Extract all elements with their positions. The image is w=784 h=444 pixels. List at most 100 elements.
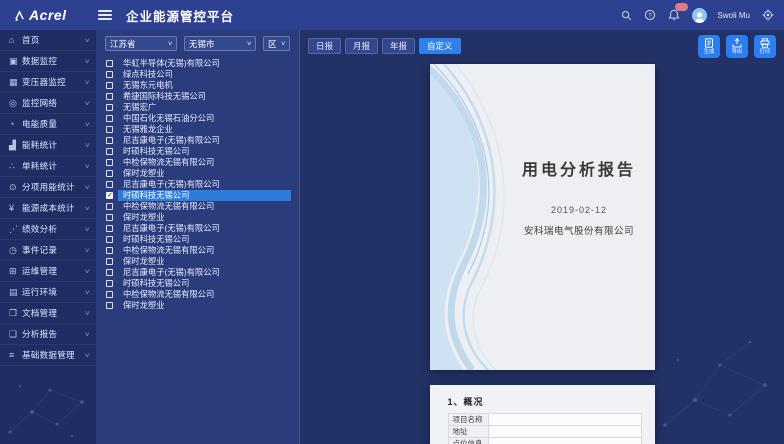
sidebar-item-event-log[interactable]: ◷事件记录∨ xyxy=(0,240,96,261)
print-icon xyxy=(760,38,770,48)
checkbox[interactable] xyxy=(106,93,113,100)
tree-item[interactable]: 中国石化无锡石油分公司 xyxy=(96,113,299,124)
monthly-report-button[interactable]: 月报 xyxy=(345,38,378,54)
tree-item[interactable]: 尼吉康电子(无锡)有限公司 xyxy=(96,135,299,146)
sidebar-item-energy-cost[interactable]: ¥能源成本统计∨ xyxy=(0,198,96,219)
tree-item[interactable]: 无锡宏广 xyxy=(96,102,299,113)
overview-table: 项目名称 地址 点位信息 xyxy=(448,413,642,444)
sidebar-item-documents[interactable]: ❐文档管理∨ xyxy=(0,303,96,324)
power-quality-icon: ◔ xyxy=(9,119,22,129)
province-select[interactable]: 江苏省∨ xyxy=(105,36,177,51)
chevron-down-icon: ∨ xyxy=(84,247,90,254)
tree-item[interactable]: 时硕科技无锡公司 xyxy=(96,146,299,157)
export-button[interactable]: 导出 xyxy=(726,35,748,58)
unit-consumption-icon: ∴ xyxy=(9,161,22,172)
tree-item[interactable]: 中检保物流无锡有限公司 xyxy=(96,289,299,300)
checkbox[interactable] xyxy=(106,104,113,111)
tree-item[interactable]: 无锡东元电机 xyxy=(96,80,299,91)
checkbox[interactable] xyxy=(106,269,113,276)
checkbox-checked[interactable] xyxy=(106,192,113,199)
checkbox[interactable] xyxy=(106,71,113,78)
tree-item[interactable]: 保时龙塑业 xyxy=(96,300,299,311)
tree-item[interactable]: 无锡雅龙企业 xyxy=(96,124,299,135)
sidebar-item-unit-consumption[interactable]: ∴单耗统计∨ xyxy=(0,156,96,177)
search-icon[interactable] xyxy=(620,9,633,22)
tree-item[interactable]: 中检保物流无锡有限公司 xyxy=(96,245,299,256)
tree-item[interactable]: 中检保物流无锡有限公司 xyxy=(96,201,299,212)
constellation-decoration xyxy=(2,372,94,442)
sidebar-item-monitor-network[interactable]: ◎监控网络∨ xyxy=(0,93,96,114)
sidebar-item-base-data[interactable]: ≡基础数据管理∨ xyxy=(0,345,96,366)
tree-item[interactable]: 尼吉康电子(无锡)有限公司 xyxy=(96,179,299,190)
checkbox[interactable] xyxy=(106,203,113,210)
checkbox[interactable] xyxy=(106,247,113,254)
generate-button[interactable]: 生成 xyxy=(698,35,720,58)
chevron-down-icon: ∨ xyxy=(84,37,90,44)
analysis-report-icon: ❏ xyxy=(9,329,22,340)
notifications-bell-icon[interactable] xyxy=(668,9,681,22)
logo-text: Acrel xyxy=(29,7,67,23)
chevron-down-icon: ∨ xyxy=(167,40,173,47)
report-toolbar: 日报 月报 年报 自定义 生成 导出 打印 xyxy=(300,30,784,60)
checkbox[interactable] xyxy=(106,137,113,144)
tree-item[interactable]: 华虹半导体(无锡)有限公司 xyxy=(96,58,299,69)
city-select[interactable]: 无锡市∨ xyxy=(184,36,256,51)
tree-item[interactable]: 保时龙塑业 xyxy=(96,168,299,179)
checkbox[interactable] xyxy=(106,214,113,221)
tree-item[interactable]: 保时龙塑业 xyxy=(96,212,299,223)
company-tree-list: 华虹半导体(无锡)有限公司 绿点科技公司 无锡东元电机 希捷国际科技无锡公司 无… xyxy=(96,56,299,311)
print-button[interactable]: 打印 xyxy=(754,35,776,58)
tree-item-selected[interactable]: 时硕科技无锡公司 xyxy=(96,190,299,201)
acrel-logo[interactable]: Acrel xyxy=(0,7,96,23)
checkbox[interactable] xyxy=(106,170,113,177)
help-icon[interactable]: ? xyxy=(644,9,657,22)
menu-toggle-icon[interactable] xyxy=(98,10,112,20)
sidebar-item-subitem-energy[interactable]: ⊙分项用能统计∨ xyxy=(0,177,96,198)
tree-item[interactable]: 尼吉康电子(无锡)有限公司 xyxy=(96,223,299,234)
checkbox[interactable] xyxy=(106,82,113,89)
chevron-down-icon: ∨ xyxy=(84,142,90,149)
checkbox[interactable] xyxy=(106,115,113,122)
tree-item[interactable]: 时硕科技无锡公司 xyxy=(96,234,299,245)
user-name[interactable]: Swoli Mu xyxy=(718,11,750,20)
checkbox[interactable] xyxy=(106,280,113,287)
checkbox[interactable] xyxy=(106,148,113,155)
sidebar-item-home[interactable]: ⌂首页∨ xyxy=(0,30,96,51)
yearly-report-button[interactable]: 年报 xyxy=(382,38,415,54)
settings-gear-icon[interactable] xyxy=(761,9,774,22)
checkbox[interactable] xyxy=(106,159,113,166)
tree-item[interactable]: 时硕科技无锡公司 xyxy=(96,278,299,289)
sidebar-item-power-quality[interactable]: ◔电能质量∨ xyxy=(0,114,96,135)
sidebar-item-analysis-report[interactable]: ❏分析报告∨ xyxy=(0,324,96,345)
data-monitor-icon: ▣ xyxy=(9,56,22,67)
sidebar-item-environment[interactable]: ▤运行环境∨ xyxy=(0,282,96,303)
tree-item[interactable]: 绿点科技公司 xyxy=(96,69,299,80)
sidebar-item-data-monitor[interactable]: ▣数据监控∨ xyxy=(0,51,96,72)
tree-item[interactable]: 中检保物流无锡有限公司 xyxy=(96,157,299,168)
page-title: 企业能源管控平台 xyxy=(126,6,234,25)
checkbox[interactable] xyxy=(106,302,113,309)
avatar[interactable] xyxy=(692,8,707,23)
daily-report-button[interactable]: 日报 xyxy=(308,38,341,54)
checkbox[interactable] xyxy=(106,126,113,133)
checkbox[interactable] xyxy=(106,181,113,188)
documents-icon: ❐ xyxy=(9,308,22,319)
checkbox[interactable] xyxy=(106,291,113,298)
tree-item[interactable]: 希捷国际科技无锡公司 xyxy=(96,91,299,102)
tree-item[interactable]: 保时龙塑业 xyxy=(96,256,299,267)
report-cover-page: 用电分析报告 2019-02-12 安科瑞电气股份有限公司 xyxy=(430,64,655,370)
generate-icon xyxy=(704,38,714,48)
sidebar-item-maintenance[interactable]: ⊞运维管理∨ xyxy=(0,261,96,282)
checkbox[interactable] xyxy=(106,236,113,243)
tree-item[interactable]: 尼吉康电子(无锡)有限公司 xyxy=(96,267,299,278)
chevron-down-icon: ∨ xyxy=(84,268,90,275)
chevron-down-icon: ∨ xyxy=(84,205,90,212)
checkbox[interactable] xyxy=(106,225,113,232)
district-select[interactable]: 区∨ xyxy=(263,36,290,51)
sidebar-item-performance[interactable]: ⋰绩效分析∨ xyxy=(0,219,96,240)
custom-report-button[interactable]: 自定义 xyxy=(419,38,461,54)
sidebar-item-transformer-monitor[interactable]: ▦变压器监控∨ xyxy=(0,72,96,93)
sidebar-item-energy-stats[interactable]: ▟能耗统计∨ xyxy=(0,135,96,156)
checkbox[interactable] xyxy=(106,258,113,265)
checkbox[interactable] xyxy=(106,60,113,67)
